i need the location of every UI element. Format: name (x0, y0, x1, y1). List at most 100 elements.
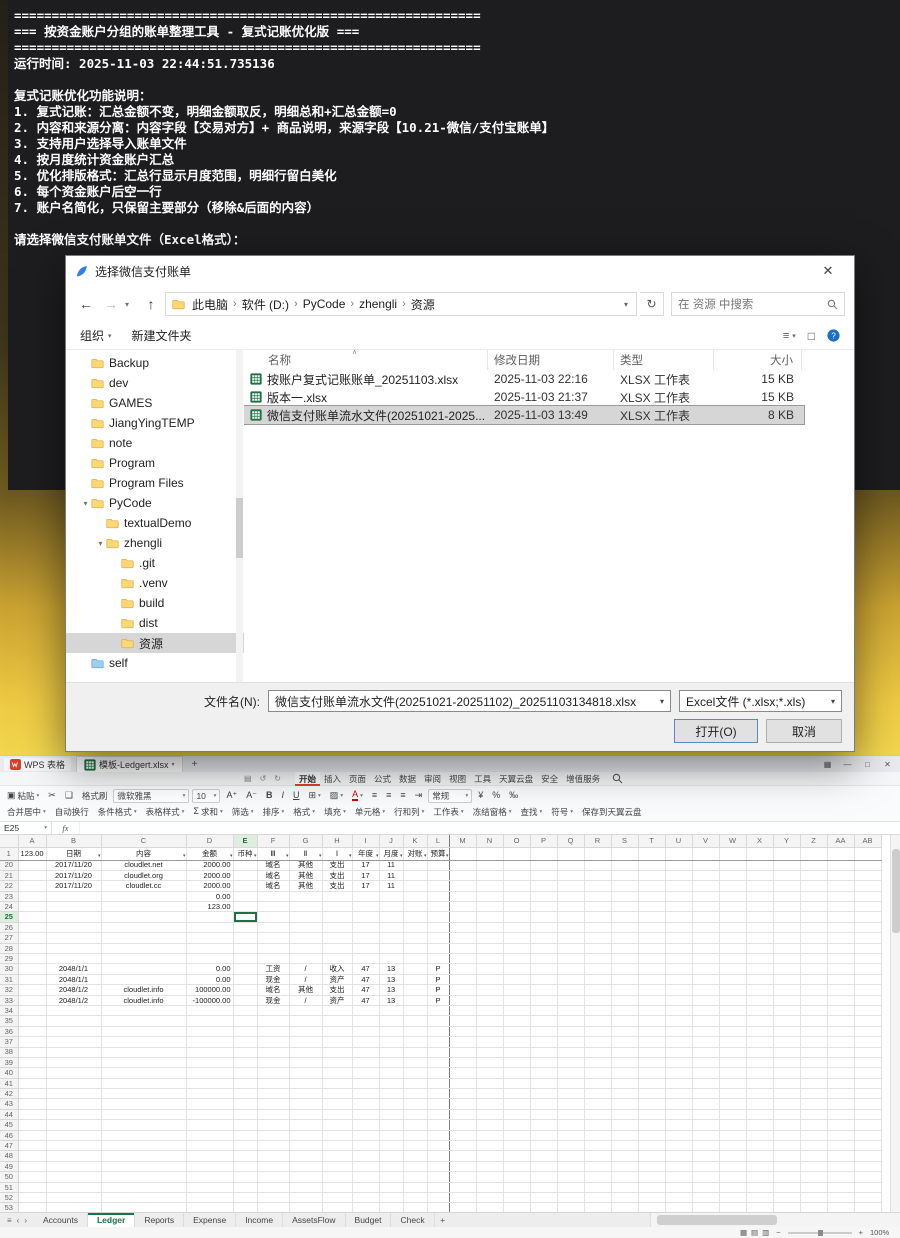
cell[interactable]: 现金 (257, 974, 289, 984)
cell[interactable] (449, 922, 476, 932)
cell[interactable] (46, 1037, 101, 1047)
cell[interactable] (186, 922, 233, 932)
cell[interactable]: 47 (352, 985, 379, 995)
cell[interactable] (233, 1016, 257, 1026)
cell[interactable] (854, 902, 881, 912)
cell[interactable]: Ⅰ▾ (322, 847, 352, 860)
cell[interactable] (557, 1005, 584, 1015)
cell[interactable] (773, 1089, 800, 1099)
name-box-dropdown-icon[interactable]: ▾ (44, 825, 47, 831)
cell[interactable] (449, 1130, 476, 1140)
cell[interactable] (692, 954, 719, 964)
cell[interactable] (854, 870, 881, 880)
cell[interactable] (584, 1037, 611, 1047)
cell[interactable] (257, 1203, 289, 1212)
select-all-corner[interactable] (0, 835, 18, 847)
zoom-out-button[interactable]: − (776, 1228, 780, 1237)
cell[interactable] (584, 1068, 611, 1078)
cell[interactable] (427, 881, 449, 891)
up-button[interactable]: ↑ (140, 293, 162, 315)
cell[interactable] (746, 1057, 773, 1067)
cell[interactable] (557, 1193, 584, 1203)
cell[interactable] (584, 1172, 611, 1182)
row-header[interactable]: 24 (0, 902, 18, 912)
cell[interactable] (719, 1182, 746, 1192)
cell[interactable] (46, 1172, 101, 1182)
cell[interactable] (352, 1130, 379, 1140)
toolbar-button[interactable]: 单元格▾ (352, 805, 388, 819)
row-header[interactable]: 30 (0, 964, 18, 974)
cell[interactable] (773, 1130, 800, 1140)
cell[interactable] (746, 985, 773, 995)
cell[interactable] (449, 1005, 476, 1015)
cell[interactable] (773, 995, 800, 1005)
cell[interactable] (233, 1047, 257, 1057)
cell[interactable] (403, 974, 427, 984)
column-header[interactable]: S (611, 835, 638, 847)
cell[interactable] (638, 881, 665, 891)
cell[interactable] (101, 933, 186, 943)
cell[interactable] (476, 1193, 503, 1203)
row-header[interactable]: 40 (0, 1068, 18, 1078)
cell[interactable] (611, 1047, 638, 1057)
cell[interactable] (665, 1130, 692, 1140)
cell[interactable] (800, 1141, 827, 1151)
cell[interactable] (800, 995, 827, 1005)
cell[interactable] (746, 943, 773, 953)
cell[interactable] (530, 1068, 557, 1078)
cell[interactable] (289, 1068, 322, 1078)
column-header[interactable]: F (257, 835, 289, 847)
cell[interactable] (800, 860, 827, 870)
cell[interactable] (403, 912, 427, 922)
cell[interactable] (854, 1151, 881, 1161)
cell[interactable] (427, 1120, 449, 1130)
cell[interactable] (854, 995, 881, 1005)
cell[interactable] (800, 912, 827, 922)
cell[interactable] (665, 1057, 692, 1067)
cell[interactable] (427, 1005, 449, 1015)
cell[interactable] (665, 1099, 692, 1109)
cell[interactable] (827, 1161, 854, 1171)
cell[interactable] (503, 954, 530, 964)
cell[interactable] (427, 1026, 449, 1036)
cell[interactable] (719, 891, 746, 901)
cell[interactable] (719, 1141, 746, 1151)
cell[interactable] (665, 943, 692, 953)
cell[interactable] (289, 1172, 322, 1182)
cell[interactable] (854, 891, 881, 901)
cell[interactable] (476, 1141, 503, 1151)
cell[interactable] (611, 1099, 638, 1109)
cell[interactable] (322, 1172, 352, 1182)
ribbon-tab[interactable]: 公式 (370, 772, 395, 786)
cell[interactable] (611, 1089, 638, 1099)
cell[interactable] (584, 1120, 611, 1130)
cell[interactable] (827, 881, 854, 891)
cell[interactable] (611, 891, 638, 901)
cell[interactable] (557, 1172, 584, 1182)
cell[interactable] (352, 1109, 379, 1119)
sheet-tab[interactable]: Income (236, 1213, 283, 1227)
cell[interactable] (530, 985, 557, 995)
cell[interactable] (800, 1057, 827, 1067)
cell[interactable] (800, 881, 827, 891)
cell[interactable]: 金额▾ (186, 847, 233, 860)
cell[interactable] (233, 995, 257, 1005)
cell[interactable] (379, 1193, 403, 1203)
cell[interactable] (665, 870, 692, 880)
cell[interactable] (746, 974, 773, 984)
cell[interactable] (719, 964, 746, 974)
cell[interactable] (503, 1203, 530, 1212)
cell[interactable] (449, 1057, 476, 1067)
ribbon-search-icon[interactable] (612, 773, 623, 784)
cell[interactable] (692, 922, 719, 932)
cell[interactable] (449, 1099, 476, 1109)
forward-button[interactable]: → (100, 293, 122, 315)
cell[interactable] (665, 847, 692, 860)
cell[interactable] (530, 922, 557, 932)
cell[interactable] (854, 1026, 881, 1036)
cell[interactable] (611, 933, 638, 943)
cell[interactable] (476, 985, 503, 995)
cell[interactable] (476, 1203, 503, 1212)
cell[interactable] (854, 1141, 881, 1151)
row-header[interactable]: 44 (0, 1109, 18, 1119)
